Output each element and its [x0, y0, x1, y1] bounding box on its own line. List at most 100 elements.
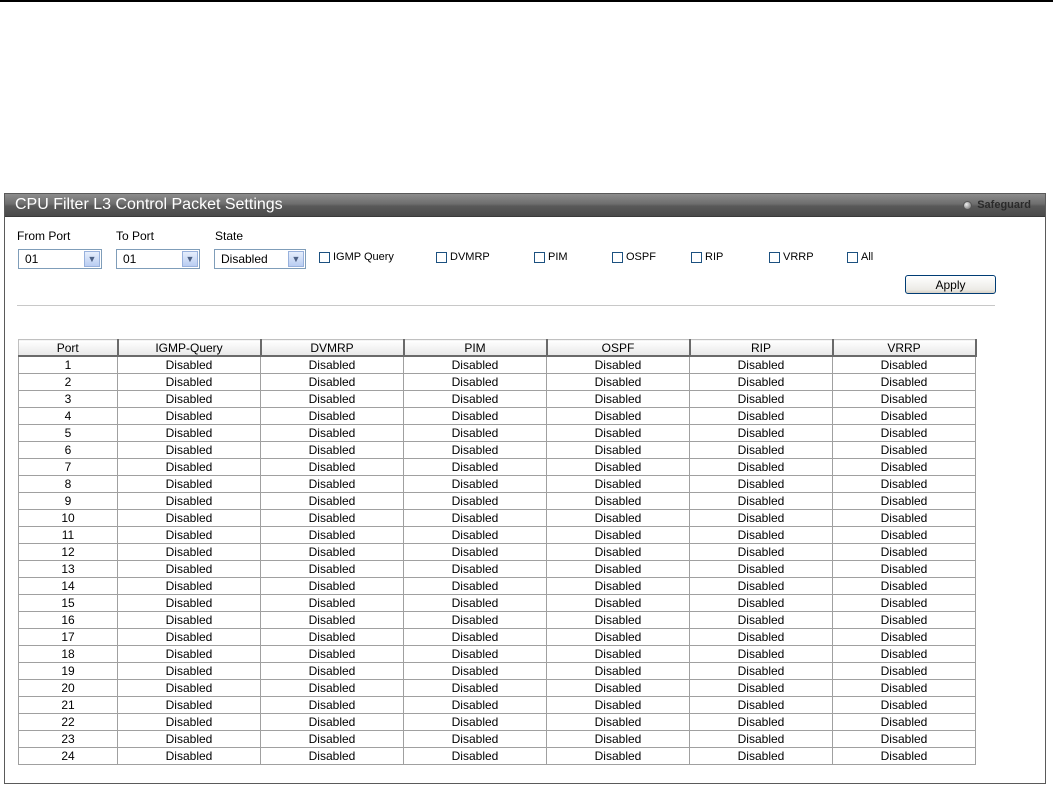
table-cell-rip: Disabled: [689, 577, 833, 595]
table-cell-ospf: Disabled: [546, 509, 690, 527]
pim-checkbox-group[interactable]: PIM: [534, 251, 568, 263]
chevron-down-icon[interactable]: ▼: [84, 251, 100, 267]
table-cell-igmp-query: Disabled: [117, 543, 261, 561]
state-value: Disabled: [221, 252, 268, 266]
table-cell-igmp-query: Disabled: [117, 373, 261, 391]
table-cell-rip: Disabled: [689, 509, 833, 527]
table-cell-igmp-query: Disabled: [117, 662, 261, 680]
table-cell-port: 18: [18, 645, 118, 663]
apply-button[interactable]: Apply: [905, 275, 996, 294]
table-cell-port: 14: [18, 577, 118, 595]
state-label: State: [215, 229, 244, 243]
table-row: 12 Disabled Disabled Disabled Disabled Disabl…: [18, 543, 976, 561]
table-cell-ospf: Disabled: [546, 645, 690, 663]
table-cell-vrrp: Disabled: [832, 509, 976, 527]
table-cell-dvmrp: Disabled: [260, 594, 404, 612]
table-cell-dvmrp: Disabled: [260, 441, 404, 459]
all-checkbox[interactable]: [847, 251, 858, 263]
table-cell-igmp-query: Disabled: [117, 492, 261, 510]
from-port-select[interactable]: 01 ▼: [18, 249, 102, 269]
table-cell-igmp-query: Disabled: [117, 628, 261, 646]
table-cell-port: 13: [18, 560, 118, 578]
table-cell-port: 6: [18, 441, 118, 459]
igmp-query-checkbox-group[interactable]: IGMP Query: [319, 251, 394, 263]
table-cell-vrrp: Disabled: [832, 441, 976, 459]
vrrp-checkbox[interactable]: [769, 251, 780, 263]
table-cell-ospf: Disabled: [546, 543, 690, 561]
table-row: 20 Disabled Disabled Disabled Disabled Disabl…: [18, 679, 976, 697]
table-cell-dvmrp: Disabled: [260, 526, 404, 544]
table-row: 9 Disabled Disabled Disabled Disabled Disable…: [18, 492, 976, 510]
vrrp-checkbox-group[interactable]: VRRP: [769, 251, 814, 263]
table-cell-ospf: Disabled: [546, 628, 690, 646]
table-cell-vrrp: Disabled: [832, 407, 976, 425]
table-cell-port: 8: [18, 475, 118, 493]
to-port-select[interactable]: 01 ▼: [116, 249, 200, 269]
dvmrp-checkbox-group[interactable]: DVMRP: [436, 251, 490, 263]
rip-checkbox-label: RIP: [705, 251, 724, 263]
table-cell-rip: Disabled: [689, 355, 833, 374]
table-cell-dvmrp: Disabled: [260, 407, 404, 425]
table-cell-dvmrp: Disabled: [260, 355, 404, 374]
table-cell-dvmrp: Disabled: [260, 679, 404, 697]
table-cell-rip: Disabled: [689, 645, 833, 663]
table-row: 8 Disabled Disabled Disabled Disabled Disable…: [18, 475, 976, 493]
table-cell-rip: Disabled: [689, 747, 833, 765]
table-cell-pim: Disabled: [403, 696, 547, 714]
table-header-row: Port IGMP-Query DVMRP PIM OSPF RIP VRRP: [18, 339, 977, 357]
table-cell-vrrp: Disabled: [832, 747, 976, 765]
ospf-checkbox[interactable]: [612, 251, 623, 263]
table-cell-vrrp: Disabled: [832, 390, 976, 408]
table-cell-pim: Disabled: [403, 679, 547, 697]
table-row: 21 Disabled Disabled Disabled Disabled Disabl…: [18, 696, 976, 714]
table-row: 7 Disabled Disabled Disabled Disabled Disable…: [18, 458, 976, 476]
table-cell-vrrp: Disabled: [832, 645, 976, 663]
rip-checkbox[interactable]: [691, 251, 702, 263]
table-cell-port: 10: [18, 509, 118, 527]
table-cell-vrrp: Disabled: [832, 526, 976, 544]
table-cell-ospf: Disabled: [546, 373, 690, 391]
cpu-filter-panel: CPU Filter L3 Control Packet Settings Sa…: [4, 193, 1046, 784]
table-cell-port: 15: [18, 594, 118, 612]
rip-checkbox-group[interactable]: RIP: [691, 251, 723, 263]
dvmrp-checkbox[interactable]: [436, 251, 447, 263]
port-settings-table: Port IGMP-Query DVMRP PIM OSPF RIP VRRP …: [18, 339, 977, 765]
table-cell-pim: Disabled: [403, 424, 547, 442]
ospf-checkbox-label: OSPF: [626, 251, 656, 263]
table-cell-port: 22: [18, 713, 118, 731]
table-cell-ospf: Disabled: [546, 611, 690, 629]
vrrp-checkbox-label: VRRP: [783, 251, 814, 263]
table-cell-rip: Disabled: [689, 611, 833, 629]
table-row: 11 Disabled Disabled Disabled Disabled Disabl…: [18, 526, 976, 544]
table-cell-port: 4: [18, 407, 118, 425]
table-cell-ospf: Disabled: [546, 696, 690, 714]
table-cell-igmp-query: Disabled: [117, 526, 261, 544]
table-cell-vrrp: Disabled: [832, 475, 976, 493]
table-cell-dvmrp: Disabled: [260, 730, 404, 748]
table-cell-rip: Disabled: [689, 441, 833, 459]
table-cell-vrrp: Disabled: [832, 492, 976, 510]
table-cell-pim: Disabled: [403, 492, 547, 510]
table-cell-igmp-query: Disabled: [117, 355, 261, 374]
table-cell-ospf: Disabled: [546, 526, 690, 544]
pim-checkbox[interactable]: [534, 251, 545, 263]
igmp-query-checkbox[interactable]: [319, 251, 330, 263]
ospf-checkbox-group[interactable]: OSPF: [612, 251, 656, 263]
table-cell-port: 5: [18, 424, 118, 442]
safeguard-label: Safeguard: [977, 199, 1031, 211]
table-cell-pim: Disabled: [403, 458, 547, 476]
chevron-down-icon[interactable]: ▼: [288, 251, 304, 267]
table-cell-port: 17: [18, 628, 118, 646]
table-cell-dvmrp: Disabled: [260, 390, 404, 408]
table-cell-igmp-query: Disabled: [117, 730, 261, 748]
chevron-down-icon[interactable]: ▼: [182, 251, 198, 267]
table-cell-port: 21: [18, 696, 118, 714]
state-select[interactable]: Disabled ▼: [214, 249, 306, 269]
safeguard-indicator-icon: [963, 200, 973, 210]
table-cell-dvmrp: Disabled: [260, 458, 404, 476]
table-cell-dvmrp: Disabled: [260, 577, 404, 595]
table-row: 1 Disabled Disabled Disabled Disabled Disable…: [18, 355, 976, 374]
table-cell-igmp-query: Disabled: [117, 611, 261, 629]
all-checkbox-group[interactable]: All: [847, 251, 873, 263]
from-port-label: From Port: [17, 229, 71, 243]
